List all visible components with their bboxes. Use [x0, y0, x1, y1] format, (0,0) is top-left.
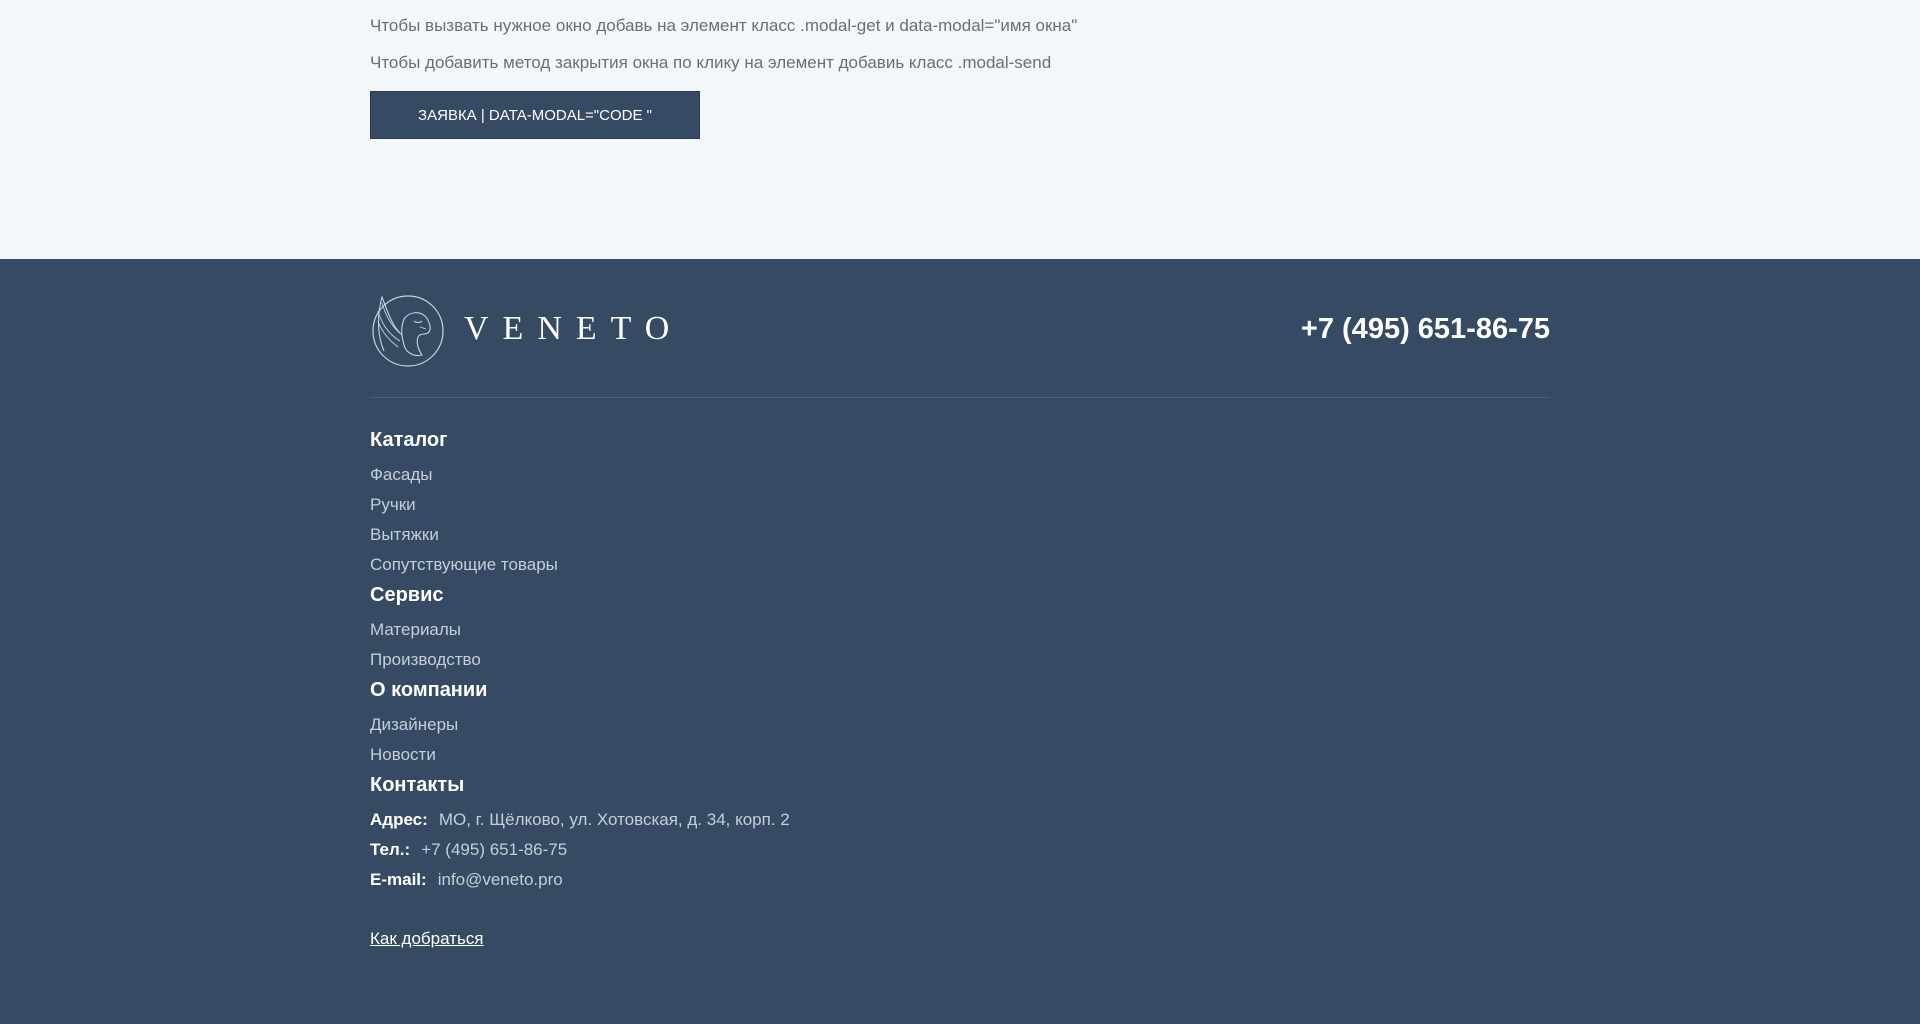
- catalog-link-related-goods[interactable]: Сопутствующие товары: [370, 554, 1170, 584]
- contact-address: Адрес: МО, г. Щёлково, ул. Хотовская, д.…: [370, 809, 1170, 839]
- service-link-production[interactable]: Производство: [370, 649, 1170, 679]
- catalog-title: Каталог: [370, 429, 448, 451]
- contacts-title: Контакты: [370, 774, 465, 796]
- logo-wordmark: VENETO: [464, 310, 684, 347]
- service-title: Сервис: [370, 584, 444, 606]
- footer-divider: [370, 397, 1550, 398]
- winged-lion-emblem-icon: [370, 289, 446, 369]
- contact-phone-link[interactable]: +7 (495) 651-86-75: [421, 839, 567, 869]
- service-link-materials[interactable]: Материалы: [370, 619, 1170, 649]
- contact-email: E-mail: info@veneto.pro: [370, 869, 1170, 899]
- contacts-section: Контакты Адрес: МО, г. Щёлково, ул. Хото…: [370, 774, 1170, 949]
- catalog-section: Каталог Фасады Ручки Вытяжки Сопутствующ…: [370, 429, 1170, 584]
- service-section: Сервис Материалы Производство: [370, 584, 1170, 679]
- request-button[interactable]: ЗАЯВКА | DATA-MODAL="CODE ": [370, 91, 700, 139]
- phone-label: Тел.:: [370, 840, 411, 859]
- footer-phone-link[interactable]: +7 (495) 651-86-75: [1301, 313, 1550, 346]
- company-link-news[interactable]: Новости: [370, 744, 1170, 774]
- hint-text-open: Чтобы вызвать нужное окно добавь на элем…: [370, 16, 1078, 35]
- contact-email-link[interactable]: info@veneto.pro: [438, 869, 563, 899]
- company-section: О компании Дизайнеры Новости: [370, 679, 1170, 774]
- hint-text-close: Чтобы добавить метод закрытия окна по кл…: [370, 53, 1052, 72]
- company-title: О компании: [370, 679, 488, 701]
- company-link-designers[interactable]: Дизайнеры: [370, 714, 1170, 744]
- address-value: МО, г. Щёлково, ул. Хотовская, д. 34, ко…: [438, 810, 790, 829]
- email-label: E-mail:: [370, 870, 427, 889]
- instructions-section: Чтобы вызвать нужное окно добавь на элем…: [0, 0, 1920, 259]
- contact-phone: Тел.: +7 (495) 651-86-75: [370, 839, 1170, 869]
- footer-logo[interactable]: VENETO: [370, 289, 683, 369]
- directions-link[interactable]: Как добраться: [370, 929, 484, 949]
- footer-menu: Каталог Фасады Ручки Вытяжки Сопутствующ…: [370, 429, 1170, 949]
- catalog-link-handles[interactable]: Ручки: [370, 494, 1170, 524]
- catalog-link-hoods[interactable]: Вытяжки: [370, 524, 1170, 554]
- address-label: Адрес:: [370, 810, 428, 829]
- catalog-link-facades[interactable]: Фасады: [370, 464, 1170, 494]
- site-footer: VENETO +7 (495) 651-86-75 Каталог Фасады…: [0, 259, 1920, 1024]
